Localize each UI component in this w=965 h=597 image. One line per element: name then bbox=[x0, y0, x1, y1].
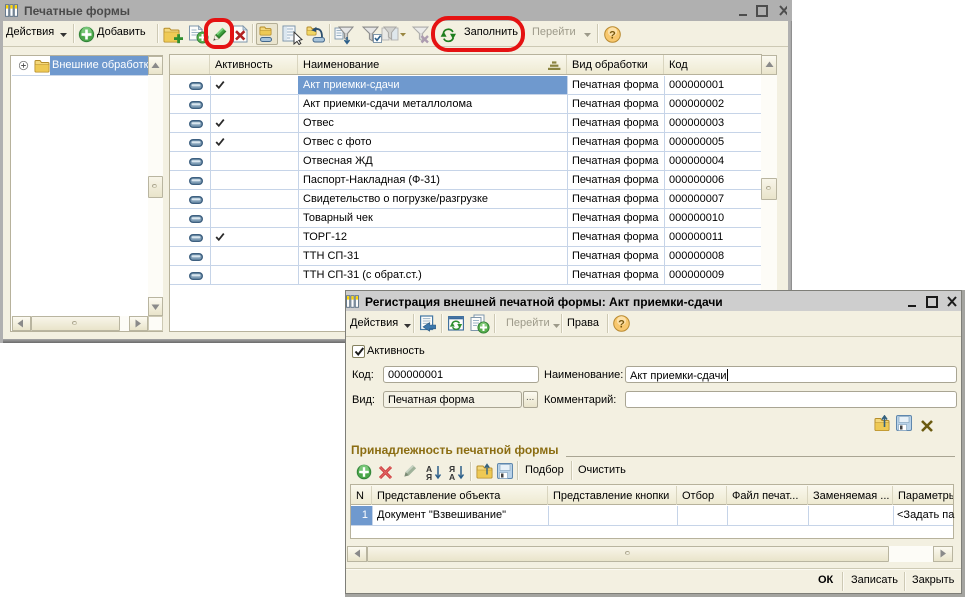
svg-text:?: ? bbox=[618, 319, 625, 331]
svg-text:Я: Я bbox=[426, 472, 432, 481]
svg-text:?: ? bbox=[609, 30, 616, 42]
svg-text:А: А bbox=[449, 472, 455, 481]
